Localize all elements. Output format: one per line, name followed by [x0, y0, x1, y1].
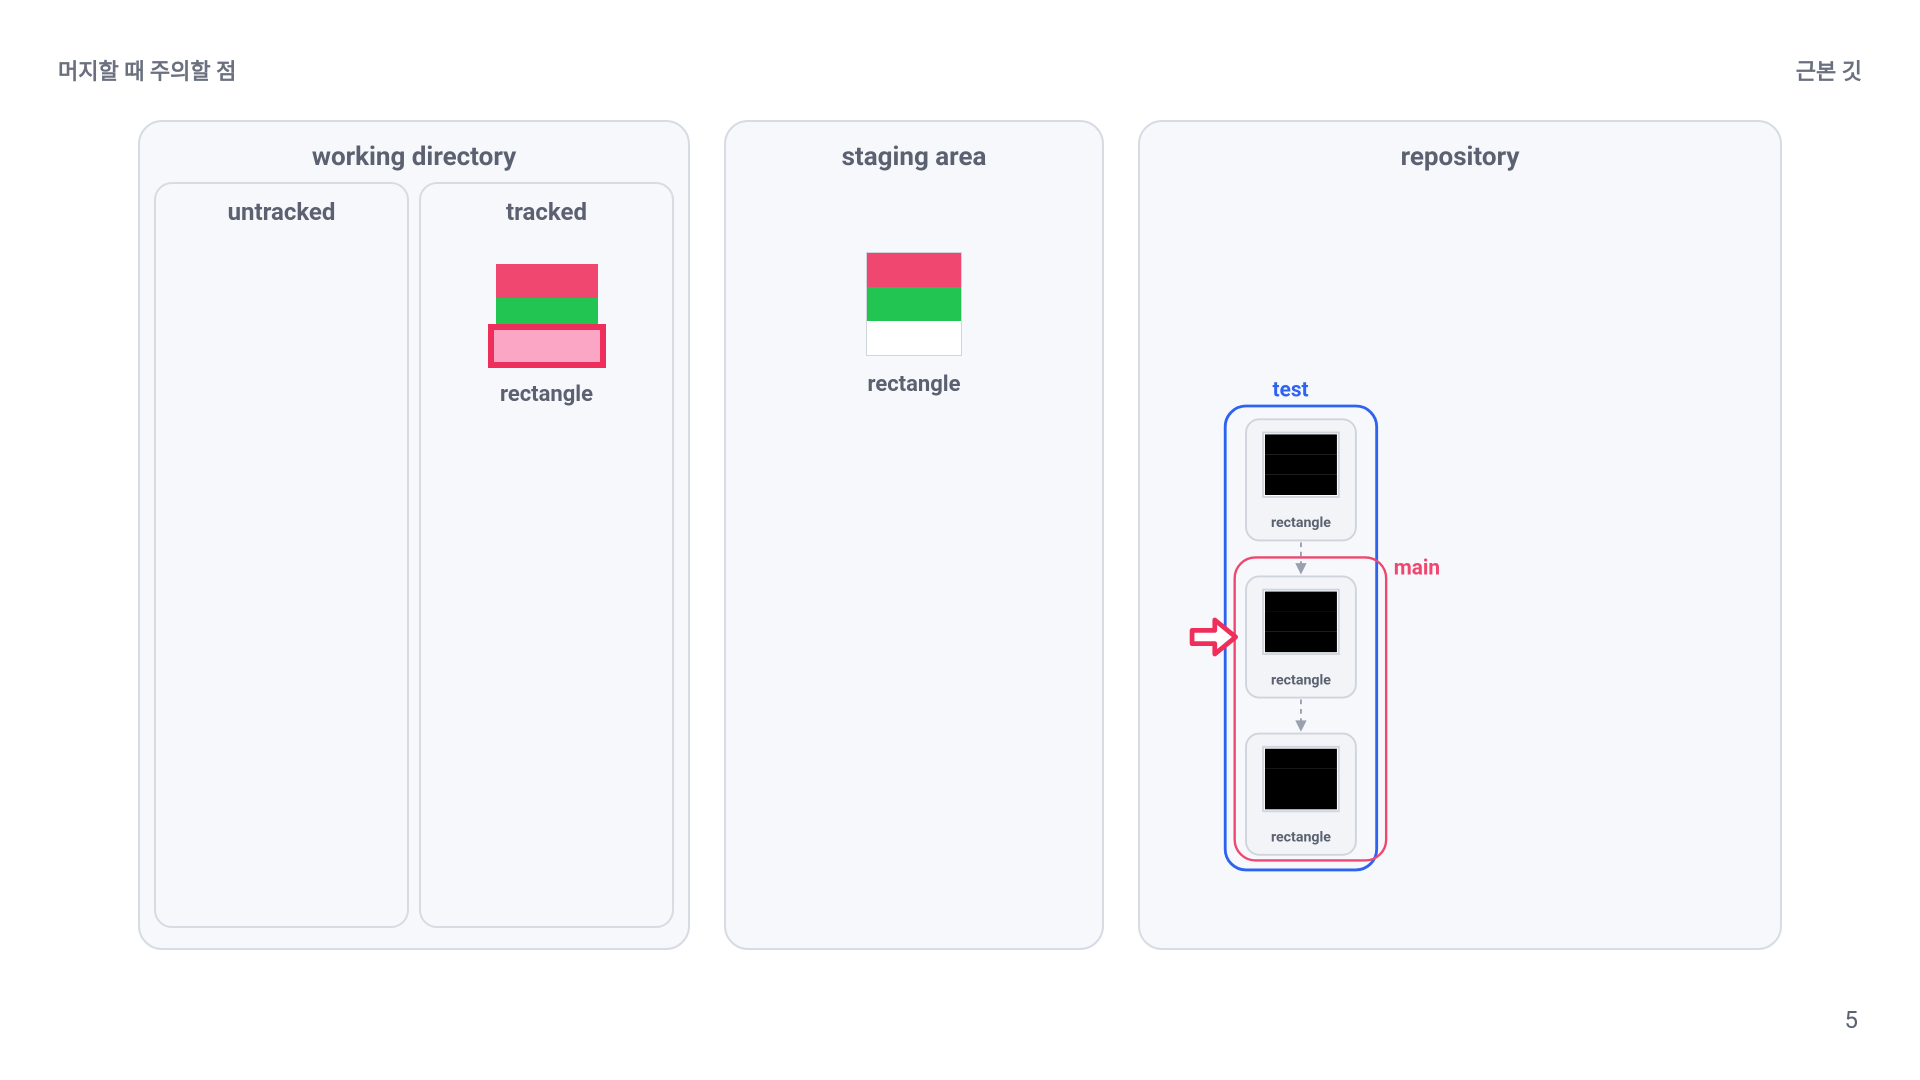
stripe-white: [867, 321, 961, 355]
working-directory-title: working directory: [154, 136, 674, 182]
commit-card: rectangle: [1246, 419, 1356, 540]
tracked-box: tracked rectangle: [419, 182, 674, 928]
slide: 머지할 때 주의할 점 근본 깃 5 working directory unt…: [0, 0, 1920, 1080]
staging-area-content: rectangle: [740, 252, 1088, 397]
commit-file-label: rectangle: [1271, 515, 1331, 531]
commit-file-label: rectangle: [1271, 672, 1331, 688]
branch-test-label: test: [1273, 379, 1309, 403]
tracked-title: tracked: [431, 194, 662, 226]
staged-file-label: rectangle: [867, 372, 960, 397]
staging-area-panel: staging area rectangle: [724, 120, 1104, 950]
branch-main-label: main: [1394, 557, 1440, 581]
page-number: 5: [1845, 1006, 1859, 1034]
commit-file-label: rectangle: [1271, 830, 1331, 846]
repository-diagram: test main rectangle: [1140, 122, 1780, 879]
tracked-content: rectangle: [431, 264, 662, 407]
change-highlight-icon: [488, 324, 606, 368]
commit-card: rectangle: [1246, 734, 1356, 855]
tracked-file-icon: [496, 264, 598, 366]
slide-title-left: 머지할 때 주의할 점: [58, 54, 236, 86]
untracked-title: untracked: [166, 194, 397, 226]
panels-row: working directory untracked tracked rect…: [138, 120, 1782, 950]
working-directory-body: untracked tracked rectangle: [154, 182, 674, 928]
untracked-box: untracked: [154, 182, 409, 928]
slide-title-right: 근본 깃: [1796, 54, 1862, 86]
working-directory-panel: working directory untracked tracked rect…: [138, 120, 690, 950]
arrowhead-icon: [1295, 563, 1306, 574]
head-pointer-icon: [1192, 620, 1236, 654]
staged-file-icon: [866, 252, 962, 356]
stripe-green: [867, 287, 961, 321]
tracked-file-label: rectangle: [500, 382, 593, 407]
staging-area-title: staging area: [740, 136, 1088, 182]
stripe-red: [496, 264, 598, 298]
commit-card: rectangle: [1246, 576, 1356, 697]
stripe-red: [867, 253, 961, 287]
repository-panel: repository test main: [1138, 120, 1782, 950]
arrowhead-icon: [1295, 720, 1306, 731]
